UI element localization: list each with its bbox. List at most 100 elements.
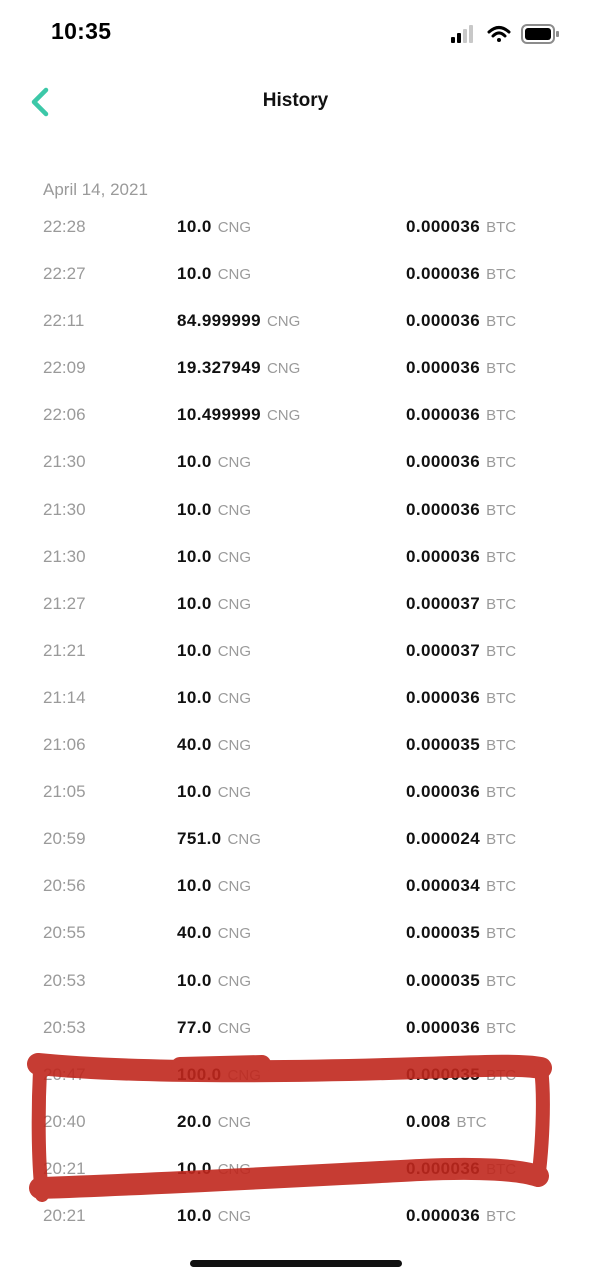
price-value: 0.000036 [406, 405, 481, 425]
row-price: 0.000035 BTC [406, 923, 516, 943]
history-row: 20:21 10.0 CNG 0.000036 BTC [0, 1146, 591, 1193]
history-row: 20:40 20.0 CNG 0.008 BTC [0, 1099, 591, 1146]
row-price: 0.000036 BTC [406, 547, 516, 567]
amount-value: 84.999999 [177, 311, 261, 331]
row-price: 0.000035 BTC [406, 971, 516, 991]
amount-unit: CNG [227, 831, 261, 849]
amount-value: 10.0 [177, 970, 212, 990]
history-row: 22:06 10.499999 CNG 0.000036 BTC [0, 392, 591, 439]
history-row: 21:06 40.0 CNG 0.000035 BTC [0, 722, 591, 769]
amount-value: 751.0 [177, 829, 222, 849]
history-row: 21:30 10.0 CNG 0.000036 BTC [0, 487, 591, 534]
row-time: 21:05 [43, 782, 86, 802]
price-unit: BTC [486, 831, 517, 849]
price-value: 0.000034 [406, 876, 481, 896]
price-unit: BTC [486, 266, 517, 284]
amount-value: 40.0 [177, 735, 212, 755]
row-price: 0.000036 BTC [406, 688, 516, 708]
price-unit: BTC [486, 219, 517, 236]
row-price: 0.000036 BTC [406, 405, 516, 425]
row-time: 22:09 [43, 358, 86, 378]
price-unit: BTC [486, 689, 517, 707]
history-row: 20:53 10.0 CNG 0.000035 BTC [0, 958, 591, 1005]
price-unit: BTC [486, 548, 517, 566]
wifi-icon [487, 26, 511, 42]
row-time: 21:06 [43, 735, 86, 755]
row-time: 21:30 [43, 546, 86, 566]
price-value: 0.000036 [406, 217, 481, 236]
amount-unit: CNG [217, 972, 252, 990]
row-time: 21:14 [43, 687, 86, 707]
price-value: 0.000036 [406, 452, 481, 472]
price-value: 0.000035 [406, 735, 481, 755]
price-unit: BTC [486, 407, 517, 425]
row-time: 21:30 [43, 499, 86, 519]
amount-unit: CNG [217, 925, 252, 943]
amount-value: 10.0 [177, 499, 212, 519]
row-time: 21:27 [43, 593, 86, 613]
row-time: 21:21 [43, 640, 86, 660]
row-amount: 10.0 CNG [177, 688, 251, 708]
history-row: 20:53 77.0 CNG 0.000036 BTC [0, 1005, 591, 1052]
battery-icon [521, 24, 559, 44]
row-amount: 100.0 CNG [177, 1065, 261, 1085]
price-value: 0.000036 [406, 687, 481, 707]
home-indicator [190, 1260, 402, 1267]
history-row: 20:56 10.0 CNG 0.000034 BTC [0, 863, 591, 910]
row-price: 0.000024 BTC [406, 829, 516, 849]
amount-unit: CNG [217, 501, 252, 519]
amount-value: 10.0 [177, 1158, 212, 1178]
price-unit: BTC [486, 642, 517, 660]
page-title: History [262, 90, 329, 111]
row-price: 0.000036 BTC [406, 782, 516, 802]
amount-unit: CNG [217, 1207, 252, 1225]
price-unit: BTC [456, 1113, 487, 1131]
price-value: 0.000036 [406, 1158, 481, 1178]
row-amount: 84.999999 CNG [177, 311, 300, 331]
row-price: 0.000036 BTC [406, 1206, 516, 1226]
history-row: 22:28 10.0 CNG 0.000036 BTC [0, 204, 591, 251]
row-amount: 77.0 CNG [177, 1018, 251, 1038]
price-value: 0.000024 [406, 829, 481, 849]
row-time: 22:27 [43, 264, 86, 284]
row-amount: 19.327949 CNG [177, 358, 300, 378]
price-unit: BTC [486, 878, 517, 896]
amount-value: 10.0 [177, 876, 212, 896]
price-value: 0.000036 [406, 782, 481, 802]
row-price: 0.000036 BTC [406, 264, 516, 284]
history-row: 22:09 19.327949 CNG 0.000036 BTC [0, 345, 591, 392]
row-price: 0.008 BTC [406, 1112, 487, 1132]
amount-unit: CNG [266, 360, 301, 378]
row-amount: 10.0 CNG [177, 1159, 251, 1179]
price-unit: BTC [486, 737, 517, 755]
row-amount: 20.0 CNG [177, 1112, 251, 1132]
price-unit: BTC [486, 313, 517, 331]
row-time: 22:28 [43, 217, 86, 236]
price-unit: BTC [486, 1066, 517, 1084]
row-price: 0.000036 BTC [406, 500, 516, 520]
history-row: 20:59 751.0 CNG 0.000024 BTC [0, 816, 591, 863]
amount-unit: CNG [217, 689, 252, 707]
row-time: 20:21 [43, 1158, 86, 1178]
row-price: 0.000036 BTC [406, 452, 516, 472]
row-amount: 10.0 CNG [177, 1206, 251, 1226]
row-time: 20:59 [43, 829, 86, 849]
amount-unit: CNG [217, 595, 252, 613]
row-time: 20:21 [43, 1205, 86, 1225]
amount-value: 10.0 [177, 640, 212, 660]
history-row: 21:30 10.0 CNG 0.000036 BTC [0, 534, 591, 581]
amount-value: 40.0 [177, 923, 212, 943]
amount-unit: CNG [217, 548, 252, 566]
history-row: 21:14 10.0 CNG 0.000036 BTC [0, 675, 591, 722]
row-price: 0.000036 BTC [406, 1018, 516, 1038]
amount-unit: CNG [217, 1019, 252, 1037]
amount-value: 10.0 [177, 452, 212, 472]
row-amount: 751.0 CNG [177, 829, 261, 849]
price-value: 0.000036 [406, 546, 481, 566]
amount-unit: CNG [217, 454, 252, 472]
amount-value: 10.0 [177, 1205, 212, 1225]
price-unit: BTC [486, 360, 517, 378]
amount-unit: CNG [217, 737, 252, 755]
amount-value: 10.0 [177, 782, 212, 802]
row-time: 20:55 [43, 923, 86, 943]
